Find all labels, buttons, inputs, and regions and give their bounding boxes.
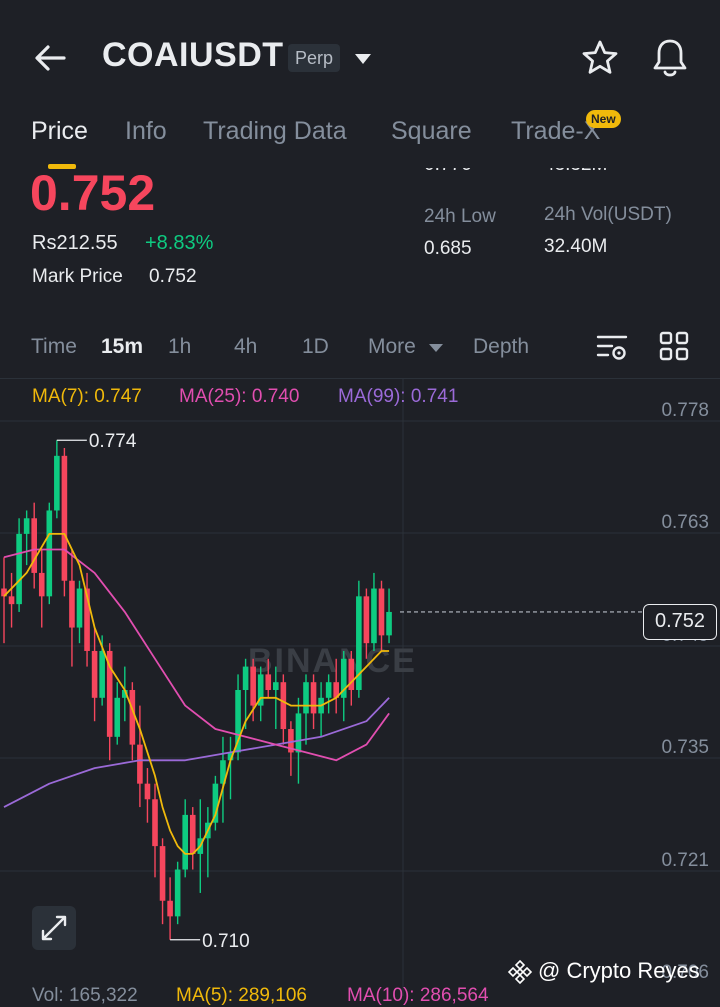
- y-tick-label: 0.721: [661, 850, 709, 871]
- price-summary: 0.752 Rs212.55 +8.83% Mark Price 0.752 0…: [0, 168, 720, 318]
- symbol-title[interactable]: COAIUSDT: [102, 36, 284, 75]
- candle-body: [280, 682, 287, 730]
- candle-body: [129, 690, 136, 745]
- candle-body: [38, 572, 45, 597]
- ma25-legend: MA(25): 0.740: [179, 386, 300, 407]
- interval-1d[interactable]: 1D: [302, 335, 329, 359]
- ma7-legend: MA(7): 0.747: [32, 386, 142, 407]
- layout-grid-icon[interactable]: [658, 330, 690, 362]
- low-marker-label: 0.710: [202, 931, 250, 952]
- candle-body: [303, 682, 309, 714]
- candle-body: [69, 580, 75, 628]
- candle-body: [8, 596, 15, 605]
- mark-price-value: 0.752: [149, 266, 197, 287]
- candle-body: [23, 518, 30, 534]
- last-price: 0.752: [30, 168, 156, 221]
- candle-body: [174, 869, 181, 917]
- volume-ma5-legend: MA(5): 289,106: [176, 985, 307, 1006]
- tab-trading-data[interactable]: Trading Data: [203, 117, 347, 146]
- candle-body: [295, 713, 302, 753]
- candle-body: [273, 682, 279, 690]
- volume-ma10-legend: MA(10): 286,564: [347, 985, 489, 1006]
- candle-body: [137, 744, 143, 784]
- candle-body: [76, 588, 83, 628]
- expand-icon: [41, 915, 67, 941]
- binance-chart-watermark: BINANCE: [248, 642, 417, 680]
- candle-body: [371, 588, 377, 644]
- candle-body: [99, 650, 105, 698]
- 24h-high-value-partial: 0.776: [424, 168, 472, 176]
- high-marker-label: 0.774: [89, 431, 137, 452]
- interval-time[interactable]: Time: [31, 335, 77, 359]
- y-tick-label: 0.778: [661, 400, 709, 421]
- tab-price[interactable]: Price: [31, 117, 88, 146]
- 24h-vol-usdt-label: 24h Vol(USDT): [544, 204, 672, 225]
- candle-body: [16, 533, 22, 605]
- 24h-low-label: 24h Low: [424, 206, 496, 227]
- volume-legend: Vol: 165,322: [32, 985, 138, 1006]
- interval-4h[interactable]: 4h: [234, 335, 257, 359]
- candle-body: [167, 900, 173, 917]
- candle-body: [189, 814, 196, 854]
- star-icon[interactable]: [580, 38, 620, 78]
- candle-body: [159, 846, 166, 901]
- 24h-vol-usdt-value: 32.40M: [544, 236, 608, 257]
- candle-body: [152, 799, 158, 847]
- candle-body: [46, 510, 53, 597]
- current-price-tag: 0.752: [643, 604, 717, 640]
- interval-1h[interactable]: 1h: [168, 335, 191, 359]
- candle-body: [182, 814, 188, 870]
- tab-square[interactable]: Square: [391, 117, 472, 146]
- tab-info[interactable]: Info: [125, 117, 167, 146]
- bell-icon[interactable]: [650, 36, 690, 80]
- candle-body: [378, 588, 385, 636]
- chart-settings-icon[interactable]: [595, 332, 629, 364]
- 24h-volume-partial: 43.32M: [544, 168, 607, 176]
- new-badge: New: [586, 110, 621, 128]
- header-bar: COAIUSDT Perp: [0, 0, 720, 112]
- binance-logo-icon: [507, 959, 533, 985]
- back-arrow-icon[interactable]: [30, 38, 70, 78]
- more-caret-icon[interactable]: [428, 342, 444, 354]
- candle-body: [325, 682, 332, 698]
- candle-body: [265, 674, 272, 690]
- contract-type-badge: Perp: [288, 44, 341, 72]
- candle-body: [242, 666, 249, 690]
- candle-body: [363, 596, 370, 644]
- candle-body: [144, 783, 151, 800]
- fullscreen-button[interactable]: [32, 906, 76, 950]
- candle-body: [386, 611, 392, 636]
- mark-price-label: Mark Price: [32, 266, 123, 287]
- caret-down-icon[interactable]: [353, 52, 373, 66]
- candle-body: [54, 455, 60, 511]
- candle-body: [250, 666, 256, 706]
- fiat-price: Rs212.55: [32, 232, 118, 254]
- interval-15m[interactable]: 15m: [101, 335, 143, 359]
- candle-body: [114, 697, 121, 737]
- candlestick-chart[interactable]: BINANCE0.7780.7630.7490.7350.7210.7060.7…: [0, 379, 720, 996]
- author-watermark: @ Crypto Reyes: [538, 958, 700, 983]
- price-change-percent: +8.83%: [145, 232, 214, 254]
- ma99-legend: MA(99): 0.741: [338, 386, 459, 407]
- y-tick-label: 0.763: [661, 512, 709, 533]
- interval-more[interactable]: More: [368, 335, 416, 359]
- candle-body: [61, 455, 68, 581]
- y-tick-label: 0.735: [661, 737, 709, 758]
- candle-body: [91, 650, 98, 698]
- 24h-low-value: 0.685: [424, 238, 472, 259]
- interval-depth[interactable]: Depth: [473, 335, 529, 359]
- candle-body: [310, 682, 317, 714]
